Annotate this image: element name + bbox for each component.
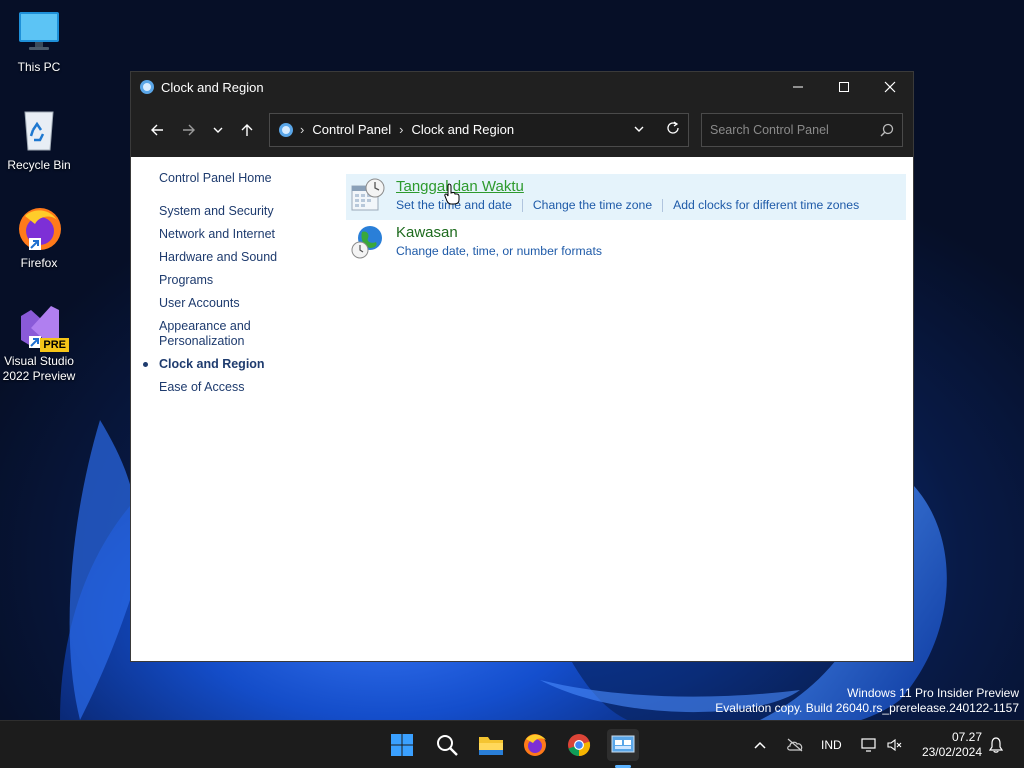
evaluation-watermark: Windows 11 Pro Insider Preview Evaluatio… — [715, 686, 1019, 716]
search-input[interactable] — [710, 122, 880, 137]
forward-button[interactable] — [173, 114, 205, 146]
address-bar[interactable]: › Control Panel › Clock and Region — [269, 112, 689, 147]
chevron-right-icon: › — [300, 122, 305, 137]
sidebar-item-programs[interactable]: Programs — [131, 273, 346, 288]
arrow-up-icon — [241, 123, 253, 136]
desktop-icon-label: Recycle Bin — [7, 158, 71, 172]
link-change-formats[interactable]: Change date, time, or number formats — [396, 244, 602, 258]
taskbar-firefox[interactable] — [519, 729, 551, 761]
desktop-icon-visual-studio[interactable]: PRE Visual Studio 2022 Preview — [0, 302, 78, 384]
sidebar-item-control-panel-home[interactable]: Control Panel Home — [131, 171, 346, 186]
desktop-icon-this-pc[interactable]: This PC — [0, 8, 78, 75]
chevron-down-icon — [213, 127, 223, 133]
windows-logo-icon — [391, 734, 413, 756]
onedrive-icon[interactable] — [786, 721, 804, 768]
search-box[interactable] — [701, 112, 903, 147]
firefox-icon — [524, 734, 546, 756]
globe-clock-icon — [350, 224, 386, 260]
desktop-icon-label: Firefox — [20, 256, 58, 270]
main-panel: Tanggal dan Waktu Set the time and date … — [346, 157, 913, 662]
start-button[interactable] — [386, 729, 418, 761]
sidebar-item-appearance-and-personalization[interactable]: Appearance and Personalization — [131, 319, 261, 349]
clock-date: 23/02/2024 — [921, 745, 982, 759]
breadcrumb-clock-and-region[interactable]: Clock and Region — [411, 122, 514, 137]
sidebar-item-hardware-and-sound[interactable]: Hardware and Sound — [131, 250, 346, 265]
hand-cursor-icon — [444, 183, 460, 210]
taskbar-chrome[interactable] — [563, 729, 595, 761]
chevron-right-icon: › — [399, 122, 404, 137]
window-title: Clock and Region — [161, 79, 264, 95]
category-region: Kawasan Change date, time, or number for… — [346, 220, 906, 266]
sidebar-item-clock-and-region[interactable]: Clock and Region — [131, 357, 346, 372]
maximize-icon — [839, 82, 849, 92]
language-indicator[interactable]: IND — [821, 721, 842, 768]
chrome-icon — [568, 734, 591, 757]
search-icon — [880, 123, 894, 136]
taskbar: IND 07.27 23/02/2024 — [0, 720, 1024, 768]
firefox-icon — [15, 204, 63, 252]
sidebar-item-ease-of-access[interactable]: Ease of Access — [131, 380, 346, 395]
pre-badge: PRE — [40, 338, 69, 352]
show-hidden-icons-button[interactable] — [754, 721, 766, 768]
calendar-clock-icon — [350, 178, 386, 214]
sidebar-item-network-and-internet[interactable]: Network and Internet — [131, 227, 346, 242]
arrow-left-icon — [151, 124, 163, 135]
watermark-line-2: Evaluation copy. Build 26040.rs_prerelea… — [715, 701, 1019, 715]
monitor-icon — [15, 8, 63, 56]
back-button[interactable] — [141, 114, 173, 146]
address-dropdown-button[interactable] — [634, 122, 644, 137]
sidebar: Control Panel Home System and Security N… — [131, 157, 346, 662]
recycle-bin-icon — [15, 106, 63, 154]
chevron-up-icon — [754, 741, 766, 749]
maximize-button[interactable] — [821, 72, 867, 102]
volume-muted-icon[interactable] — [887, 721, 903, 768]
link-divider — [521, 198, 523, 212]
close-button[interactable] — [867, 72, 913, 102]
sidebar-item-system-and-security[interactable]: System and Security — [131, 204, 346, 219]
network-icon[interactable] — [861, 721, 877, 768]
sidebar-item-user-accounts[interactable]: User Accounts — [131, 296, 346, 311]
minimize-button[interactable] — [775, 72, 821, 102]
category-date-and-time: Tanggal dan Waktu Set the time and date … — [346, 174, 906, 220]
taskbar-file-explorer[interactable] — [475, 729, 507, 761]
bell-icon — [989, 737, 1003, 753]
category-title-date-and-time[interactable]: Tanggal dan Waktu — [396, 178, 859, 196]
taskbar-control-panel[interactable] — [607, 729, 639, 761]
desktop-icon-firefox[interactable]: Firefox — [0, 204, 78, 271]
minimize-icon — [793, 86, 803, 88]
search-icon — [437, 735, 458, 756]
watermark-line-1: Windows 11 Pro Insider Preview — [847, 686, 1019, 700]
control-panel-icon — [139, 79, 155, 95]
breadcrumb-control-panel[interactable]: Control Panel — [312, 122, 391, 137]
category-title-region[interactable]: Kawasan — [396, 224, 602, 242]
notifications-button[interactable] — [989, 721, 1003, 768]
control-panel-window: Clock and Region › Control Panel › Clock… — [130, 71, 914, 662]
control-panel-icon — [611, 735, 635, 753]
close-icon — [884, 81, 896, 93]
clock-time: 07.27 — [951, 730, 982, 744]
visual-studio-icon: PRE — [15, 302, 69, 352]
control-panel-icon — [278, 122, 294, 138]
system-clock[interactable]: 07.27 23/02/2024 — [922, 730, 982, 760]
file-explorer-icon — [479, 737, 503, 755]
recent-locations-button[interactable] — [205, 114, 231, 146]
refresh-button[interactable] — [666, 121, 680, 138]
link-divider — [662, 198, 664, 212]
desktop-icon-recycle-bin[interactable]: Recycle Bin — [0, 106, 78, 173]
link-change-time-zone[interactable]: Change the time zone — [533, 198, 652, 212]
title-bar[interactable]: Clock and Region — [131, 72, 913, 102]
refresh-icon — [667, 121, 679, 134]
up-button[interactable] — [231, 114, 263, 146]
desktop-icon-label: This PC — [17, 60, 61, 74]
link-add-clocks[interactable]: Add clocks for different time zones — [673, 198, 859, 212]
desktop-icon-label: Visual Studio 2022 Preview — [2, 354, 76, 383]
navigation-bar: › Control Panel › Clock and Region — [131, 102, 913, 157]
chevron-down-icon — [634, 126, 644, 132]
taskbar-search-button[interactable] — [431, 729, 463, 761]
arrow-right-icon — [183, 124, 195, 135]
